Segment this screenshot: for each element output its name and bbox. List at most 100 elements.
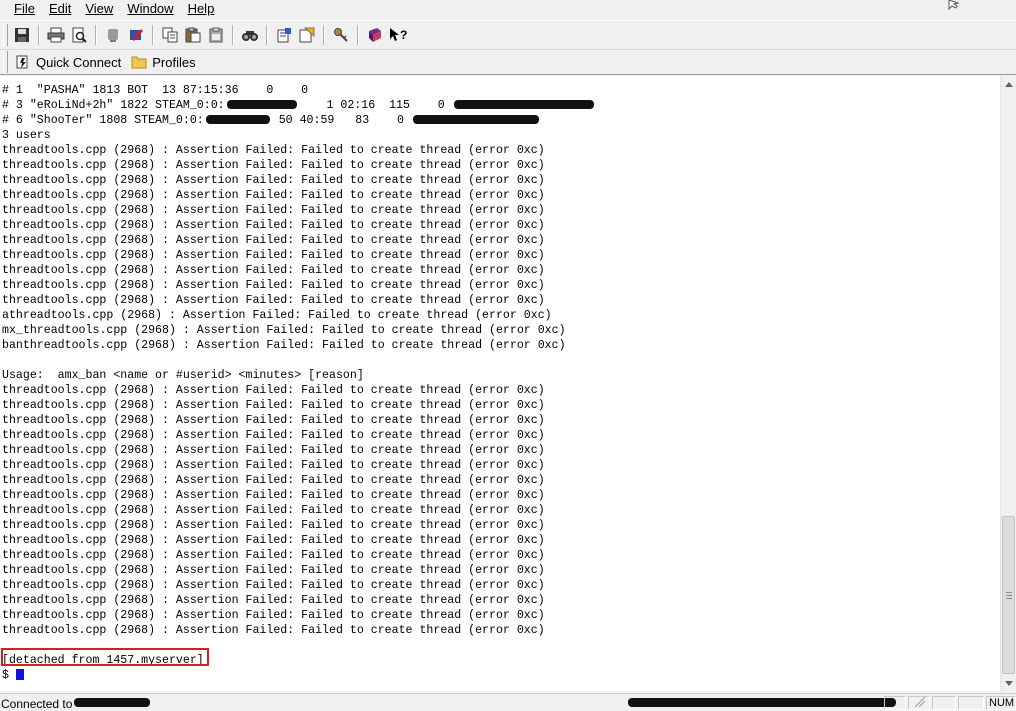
toolbar-separator <box>152 25 154 45</box>
terminal-line: threadtools.cpp (2968) : Assertion Faile… <box>2 518 596 533</box>
terminal-line: threadtools.cpp (2968) : Assertion Faile… <box>2 383 596 398</box>
terminal-line: # 1 "PASHA" 1813 BOT 13 87:15:36 0 0 <box>2 83 596 98</box>
vertical-scrollbar[interactable] <box>1000 76 1016 691</box>
print-preview-icon <box>72 27 87 43</box>
status-cell-empty-2 <box>958 696 984 710</box>
terminal-line-text-cont: 1 02:16 115 0 <box>298 99 452 112</box>
help-book-icon <box>369 28 381 42</box>
terminal-line: threadtools.cpp (2968) : Assertion Faile… <box>2 428 596 443</box>
save-button[interactable] <box>11 24 33 46</box>
key-generator-icon <box>334 28 348 42</box>
scroll-thumb[interactable] <box>1002 516 1015 674</box>
terminal-line-text: threadtools.cpp (2968) : Assertion Faile… <box>2 264 545 277</box>
terminal-line: threadtools.cpp (2968) : Assertion Faile… <box>2 503 596 518</box>
terminal-line-text: threadtools.cpp (2968) : Assertion Faile… <box>2 204 545 217</box>
terminal-line-text: # 1 "PASHA" 1813 BOT 13 87:15:36 0 0 <box>2 84 309 97</box>
terminal-line-text: mx_threadtools.cpp (2968) : Assertion Fa… <box>2 324 566 337</box>
terminal-line: $ <box>2 668 596 683</box>
settings-button[interactable] <box>125 24 147 46</box>
mouse-pointer-icon <box>948 0 960 10</box>
menu-window[interactable]: Window <box>119 0 179 18</box>
terminal-line: threadtools.cpp (2968) : Assertion Faile… <box>2 533 596 548</box>
menu-bar: File Edit View Window Help <box>0 0 1016 18</box>
terminal-line-text: threadtools.cpp (2968) : Assertion Faile… <box>2 234 545 247</box>
terminal-line: threadtools.cpp (2968) : Assertion Faile… <box>2 458 596 473</box>
paste-button[interactable] <box>182 24 204 46</box>
profiles-button[interactable]: Profiles <box>127 51 201 73</box>
connection-status: Connected to <box>1 697 73 711</box>
tunnel-button[interactable] <box>296 24 318 46</box>
terminal-line-text: # 3 "eRoLiNd+2h" 1822 STEAM_0:0: <box>2 99 225 112</box>
terminal-line: mx_threadtools.cpp (2968) : Assertion Fa… <box>2 323 596 338</box>
status-cell-resize <box>908 696 930 710</box>
terminal-line-text: threadtools.cpp (2968) : Assertion Faile… <box>2 534 545 547</box>
help-book-button[interactable] <box>364 24 386 46</box>
terminal-line-text: threadtools.cpp (2968) : Assertion Faile… <box>2 219 545 232</box>
status-bar: Connected to NUM <box>0 693 1016 711</box>
terminal-line: threadtools.cpp (2968) : Assertion Faile… <box>2 593 596 608</box>
status-cell-blank <box>884 696 906 710</box>
menu-view[interactable]: View <box>77 0 119 18</box>
print-button[interactable] <box>45 24 67 46</box>
terminal-line: threadtools.cpp (2968) : Assertion Faile… <box>2 188 596 203</box>
context-help-button[interactable]: ? <box>387 24 409 46</box>
terminal-line-text: # 6 "ShooTer" 1808 STEAM_0:0: <box>2 114 204 127</box>
quick-connect-label: Quick Connect <box>36 54 122 70</box>
terminal-line: threadtools.cpp (2968) : Assertion Faile… <box>2 473 596 488</box>
toolbar-separator <box>95 25 97 45</box>
menu-file[interactable]: File <box>0 0 41 18</box>
terminal-line-text: threadtools.cpp (2968) : Assertion Faile… <box>2 519 545 532</box>
menu-window-label: Window <box>127 1 174 16</box>
terminal-line: # 6 "ShooTer" 1808 STEAM_0:0: 50 40:59 8… <box>2 113 596 128</box>
find-button[interactable] <box>239 24 261 46</box>
terminal-line-text: 3 users <box>2 129 51 142</box>
terminal-line: threadtools.cpp (2968) : Assertion Faile… <box>2 278 596 293</box>
terminal-line-text: athreadtools.cpp (2968) : Assertion Fail… <box>2 309 552 322</box>
scroll-up-button[interactable] <box>1001 76 1016 92</box>
terminal-line: threadtools.cpp (2968) : Assertion Faile… <box>2 263 596 278</box>
terminal-line: athreadtools.cpp (2968) : Assertion Fail… <box>2 308 596 323</box>
disconnect-button[interactable] <box>102 24 124 46</box>
copy-button[interactable] <box>159 24 181 46</box>
terminal-line: threadtools.cpp (2968) : Assertion Faile… <box>2 413 596 428</box>
status-cell-empty-1 <box>932 696 956 710</box>
terminal-line: threadtools.cpp (2968) : Assertion Faile… <box>2 398 596 413</box>
print-icon <box>47 27 65 43</box>
resize-grip-icon <box>914 696 926 708</box>
terminal-line-text: threadtools.cpp (2968) : Assertion Faile… <box>2 549 545 562</box>
scroll-down-button[interactable] <box>1001 675 1016 691</box>
terminal-line-text: threadtools.cpp (2968) : Assertion Faile… <box>2 444 545 457</box>
terminal-line-text: threadtools.cpp (2968) : Assertion Faile… <box>2 489 545 502</box>
key-generator-button[interactable] <box>330 24 352 46</box>
menu-edit[interactable]: Edit <box>41 0 77 18</box>
terminal-line: threadtools.cpp (2968) : Assertion Faile… <box>2 173 596 188</box>
copy-icon <box>162 27 178 43</box>
terminal-output[interactable]: # 1 "PASHA" 1813 BOT 13 87:15:36 0 0 # 3 … <box>0 76 1000 691</box>
toolbar-grip[interactable] <box>3 24 8 46</box>
terminal-line: threadtools.cpp (2968) : Assertion Faile… <box>2 488 596 503</box>
paste-alt-button[interactable] <box>205 24 227 46</box>
terminal-line: threadtools.cpp (2968) : Assertion Faile… <box>2 158 596 173</box>
terminal-line-text: threadtools.cpp (2968) : Assertion Faile… <box>2 504 545 517</box>
terminal-line: threadtools.cpp (2968) : Assertion Faile… <box>2 293 596 308</box>
toolbar-separator <box>357 25 359 45</box>
terminal-line-text: threadtools.cpp (2968) : Assertion Faile… <box>2 624 545 637</box>
print-preview-button[interactable] <box>68 24 90 46</box>
terminal-line: threadtools.cpp (2968) : Assertion Faile… <box>2 623 596 638</box>
redacted-ip-address <box>453 100 594 110</box>
menu-help[interactable]: Help <box>180 0 221 18</box>
quickbar-grip[interactable] <box>3 51 8 73</box>
file-transfer-button[interactable] <box>273 24 295 46</box>
quick-connect-button[interactable]: Quick Connect <box>11 51 127 73</box>
menu-file-label: File <box>14 1 35 16</box>
terminal-lines: # 1 "PASHA" 1813 BOT 13 87:15:36 0 0 # 3 … <box>2 83 596 683</box>
tunnel-icon <box>299 27 315 43</box>
terminal-line-text: Usage: amx_ban <name or #userid> <minute… <box>2 369 364 382</box>
arrow-up-icon <box>1005 81 1013 87</box>
text-cursor <box>15 669 24 681</box>
paste-icon <box>185 27 201 43</box>
terminal-line: threadtools.cpp (2968) : Assertion Faile… <box>2 218 596 233</box>
terminal-line-text: threadtools.cpp (2968) : Assertion Faile… <box>2 474 545 487</box>
find-icon <box>242 31 258 41</box>
